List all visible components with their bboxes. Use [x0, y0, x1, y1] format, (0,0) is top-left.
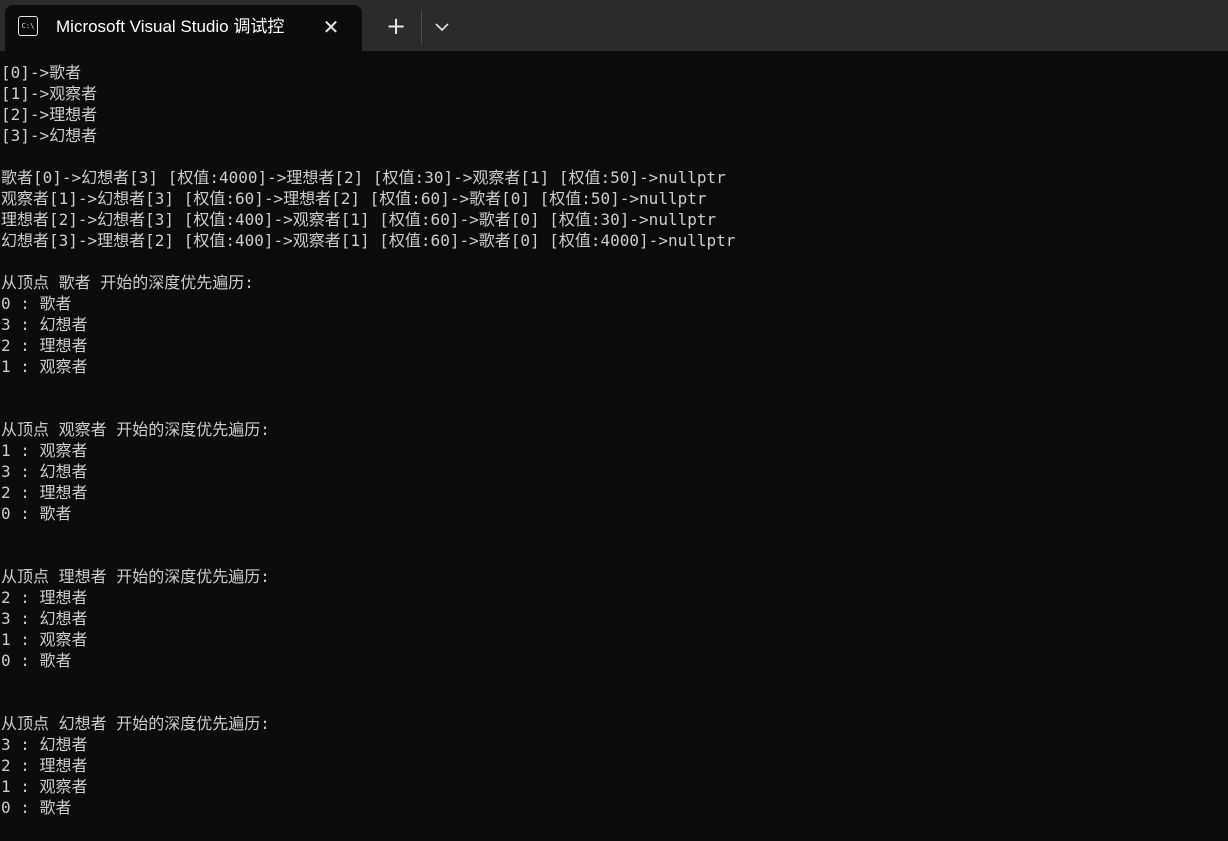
console-line: 2 : 理想者	[1, 588, 88, 607]
console-line: 歌者[0]->幻想者[3] [权值:4000]->理想者[2] [权值:30]-…	[1, 168, 726, 187]
console-line: 3 : 幻想者	[1, 315, 88, 334]
console-line: 1 : 观察者	[1, 630, 88, 649]
console-line: [0]->歌者	[1, 63, 82, 82]
new-tab-button[interactable]: +	[376, 12, 416, 42]
chevron-down-icon	[435, 23, 449, 32]
tab-title: Microsoft Visual Studio 调试控	[56, 17, 285, 36]
console-line: 观察者[1]->幻想者[3] [权值:60]->理想者[2] [权值:60]->…	[1, 189, 707, 208]
console-line: 2 : 理想者	[1, 756, 88, 775]
console-line: 理想者[2]->幻想者[3] [权值:400]->观察者[1] [权值:60]-…	[1, 210, 717, 229]
close-tab-button[interactable]: ✕	[317, 14, 345, 40]
console-output[interactable]: [0]->歌者 [1]->观察者 [2]->理想者 [3]->幻想者歌者[0]->幻想…	[1, 62, 1227, 841]
console-line: 从顶点 歌者 开始的深度优先遍历:	[1, 273, 254, 292]
console-line: 3 : 幻想者	[1, 609, 88, 628]
console-line: 0 : 歌者	[1, 294, 72, 313]
console-line: [2]->理想者	[1, 105, 98, 124]
console-line: 0 : 歌者	[1, 651, 72, 670]
terminal-window: C:\ Microsoft Visual Studio 调试控 ✕ + [0]-…	[0, 0, 1228, 841]
console-line: 从顶点 幻想者 开始的深度优先遍历:	[1, 714, 270, 733]
console-line: 从顶点 观察者 开始的深度优先遍历:	[1, 420, 270, 439]
tab-debug-console[interactable]: C:\ Microsoft Visual Studio 调试控 ✕	[5, 5, 362, 51]
console-line: 1 : 观察者	[1, 441, 88, 460]
console-line: 2 : 理想者	[1, 336, 88, 355]
tab-dropdown-button[interactable]	[426, 13, 458, 43]
console-line: 从顶点 理想者 开始的深度优先遍历:	[1, 567, 270, 586]
console-line: 0 : 歌者	[1, 504, 72, 523]
console-line: 1 : 观察者	[1, 777, 88, 796]
console-line: 3 : 幻想者	[1, 735, 88, 754]
console-icon: C:\	[18, 16, 38, 36]
console-line: 3 : 幻想者	[1, 462, 88, 481]
console-line: 2 : 理想者	[1, 483, 88, 502]
tab-bar: C:\ Microsoft Visual Studio 调试控 ✕ +	[0, 0, 1228, 51]
console-line: 1 : 观察者	[1, 357, 88, 376]
console-line: 0 : 歌者	[1, 798, 72, 817]
console-line: [3]->幻想者	[1, 126, 98, 145]
console-line: [1]->观察者	[1, 84, 98, 103]
console-line: 幻想者[3]->理想者[2] [权值:400]->观察者[1] [权值:60]-…	[1, 231, 736, 250]
tab-divider	[421, 10, 422, 44]
